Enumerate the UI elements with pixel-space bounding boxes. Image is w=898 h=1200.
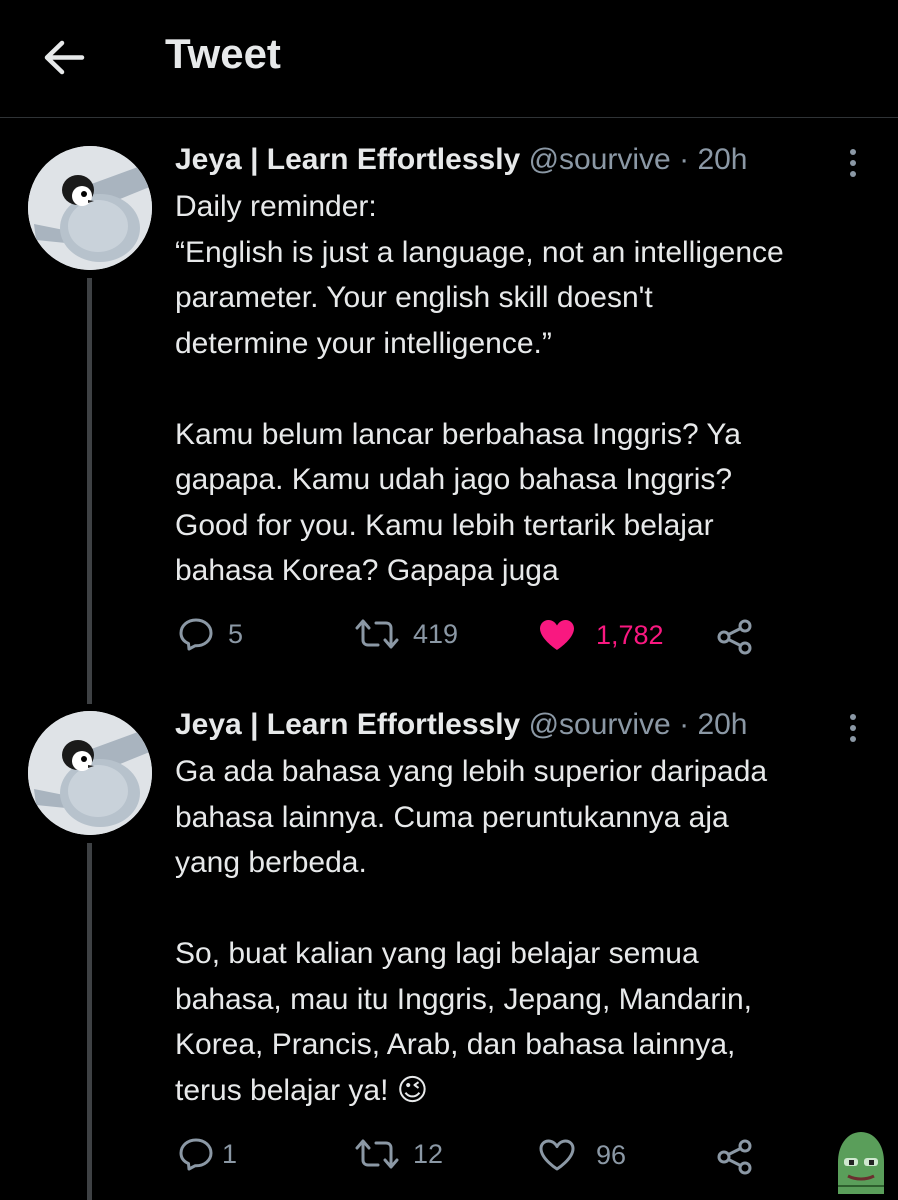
like-button[interactable]: 1,782 xyxy=(538,618,664,652)
penguin-avatar xyxy=(28,711,152,835)
reply-icon xyxy=(179,618,213,651)
like-button[interactable]: 96 xyxy=(538,1138,626,1172)
like-count: 1,782 xyxy=(596,619,664,650)
tweet-meta: Jeya | Learn Effortlessly @sourvive · 20… xyxy=(175,140,748,180)
reply-count: 5 xyxy=(228,618,244,649)
share-icon xyxy=(717,1139,752,1175)
share-button[interactable] xyxy=(716,618,754,656)
share-button[interactable] xyxy=(716,1138,754,1176)
timestamp[interactable]: 20h xyxy=(697,708,747,741)
tweet-text-line: Daily reminder: xyxy=(175,190,377,223)
tweet-actions: 1 12 96 xyxy=(0,1132,898,1182)
share-icon xyxy=(717,619,752,655)
heart-icon xyxy=(540,620,574,650)
author-handle[interactable]: @sourvive xyxy=(529,708,671,741)
retweet-count: 12 xyxy=(413,1138,444,1169)
retweet-count: 419 xyxy=(413,618,459,649)
penguin-avatar xyxy=(28,146,152,270)
tweet-text-line: yang berbeda. xyxy=(175,846,367,879)
tweet-meta: Jeya | Learn Effortlessly @sourvive · 20… xyxy=(175,705,748,745)
author-name[interactable]: Jeya | Learn Effortlessly xyxy=(175,143,520,176)
retweet-icon xyxy=(355,1139,399,1169)
tweet-text-line: gapapa. Kamu udah jago bahasa Inggris? xyxy=(175,463,733,496)
tweet-text-line: terus belajar ya! 😉 xyxy=(175,1073,429,1107)
author-name[interactable]: Jeya | Learn Effortlessly xyxy=(175,708,520,741)
retweet-icon xyxy=(355,619,399,649)
tweet-text-line: Korea, Prancis, Arab, dan bahasa lainnya… xyxy=(175,1028,736,1061)
tweet-text-line: bahasa Korea? Gapapa juga xyxy=(175,554,559,587)
pepe-sticker xyxy=(830,1128,892,1194)
tweet-text-line: Kamu belum lancar berbahasa Inggris? Ya xyxy=(175,417,741,451)
tweet-text-line: parameter. Your english skill doesn't xyxy=(175,281,653,314)
tweet-text: Daily reminder: “English is just a langu… xyxy=(175,184,875,594)
back-arrow-icon[interactable] xyxy=(40,34,88,82)
tweet-text-line: “English is just a language, not an inte… xyxy=(175,235,784,269)
avatar[interactable] xyxy=(28,146,152,270)
timestamp[interactable]: 20h xyxy=(697,143,747,176)
top-bar: Tweet xyxy=(0,0,898,118)
author-handle[interactable]: @sourvive xyxy=(529,143,671,176)
tweet-text-line: Ga ada bahasa yang lebih superior daripa… xyxy=(175,755,768,788)
heart-icon xyxy=(539,1139,575,1171)
separator: · xyxy=(679,143,690,176)
reply-count: 1 xyxy=(222,1138,238,1169)
retweet-button[interactable]: 419 xyxy=(355,618,458,650)
retweet-button[interactable]: 12 xyxy=(355,1138,443,1170)
like-count: 96 xyxy=(596,1139,627,1170)
page-title: Tweet xyxy=(165,30,281,77)
tweet-text-line: determine your intelligence.” xyxy=(175,326,552,360)
reply-button[interactable]: 5 xyxy=(178,616,243,652)
more-icon[interactable] xyxy=(838,711,868,745)
separator: · xyxy=(679,708,690,741)
more-icon[interactable] xyxy=(838,146,868,180)
avatar[interactable] xyxy=(28,711,152,835)
tweet-text-line: bahasa, mau itu Inggris, Jepang, Mandari… xyxy=(175,982,753,1016)
reply-icon xyxy=(179,1138,213,1171)
reply-button[interactable]: 1 xyxy=(178,1136,237,1172)
tweet-text: Ga ada bahasa yang lebih superior daripa… xyxy=(175,749,875,1113)
tweet-text-line: So, buat kalian yang lagi belajar semua xyxy=(175,937,699,970)
tweet-actions: 5 419 1,782 xyxy=(0,612,898,662)
tweet-text-line: bahasa lainnya. Cuma peruntukannya aja xyxy=(175,800,729,834)
tweet-text-line: Good for you. Kamu lebih tertarik belaja… xyxy=(175,508,714,542)
